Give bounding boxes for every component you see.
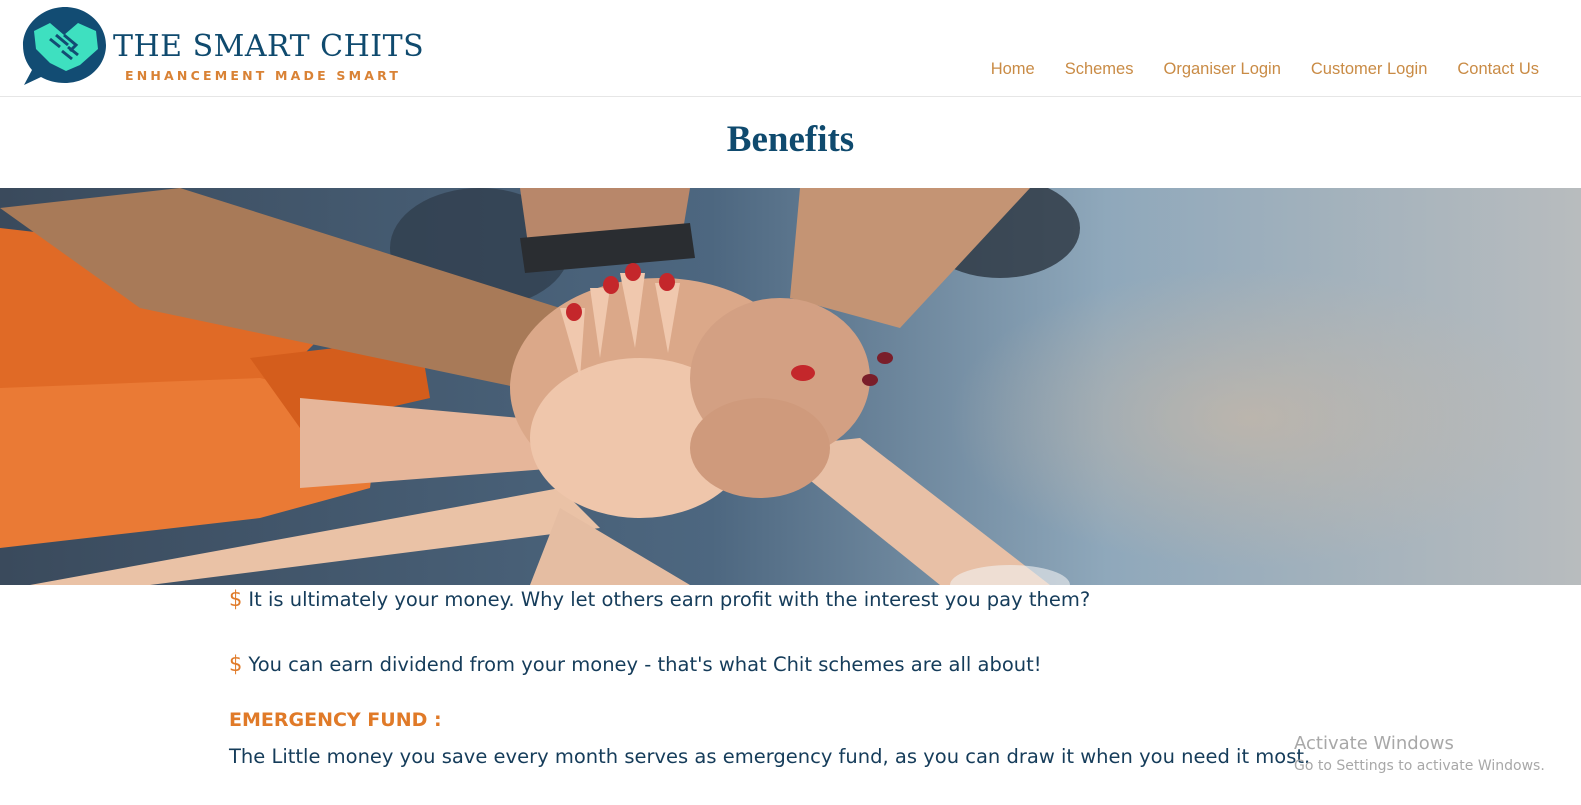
hero-image: [0, 188, 1581, 585]
site-header: THE SMART CHITS ENHANCEMENT MADE SMART H…: [0, 0, 1581, 97]
watermark-subtitle: Go to Settings to activate Windows.: [1294, 758, 1545, 774]
benefit-item: $ It is ultimately your money. Why let ot…: [229, 587, 1090, 611]
page-title: Benefits: [726, 119, 855, 160]
nav-home-link[interactable]: Home: [991, 60, 1035, 79]
benefit-text: You can earn dividend from your money - …: [248, 653, 1042, 676]
benefit-item: $ You can earn dividend from your money -…: [229, 652, 1042, 676]
emergency-fund-text: The Little money you save every month se…: [229, 745, 1311, 768]
nav-schemes-link[interactable]: Schemes: [1065, 60, 1134, 79]
watermark-title: Activate Windows: [1294, 733, 1454, 754]
nav-contact-us-link[interactable]: Contact Us: [1457, 60, 1539, 79]
brand-logo[interactable]: THE SMART CHITS ENHANCEMENT MADE SMART: [20, 5, 424, 87]
benefit-text: It is ultimately your money. Why let oth…: [248, 588, 1091, 611]
activate-windows-watermark: Activate Windows Go to Settings to activ…: [1294, 733, 1545, 774]
brand-tagline: ENHANCEMENT MADE SMART: [125, 68, 402, 83]
handshake-chat-logo-icon: [23, 7, 106, 85]
dollar-bullet-icon: $: [229, 652, 243, 676]
brand-name: THE SMART CHITS: [113, 29, 425, 64]
team-hands-stacked-image: [0, 188, 1581, 585]
dollar-bullet-icon: $: [229, 587, 243, 611]
emergency-fund-heading: EMERGENCY FUND :: [229, 709, 442, 731]
nav-organiser-login-link[interactable]: Organiser Login: [1163, 60, 1280, 79]
nav-customer-login-link[interactable]: Customer Login: [1311, 60, 1427, 79]
main-nav: Home Schemes Organiser Login Customer Lo…: [991, 60, 1539, 79]
